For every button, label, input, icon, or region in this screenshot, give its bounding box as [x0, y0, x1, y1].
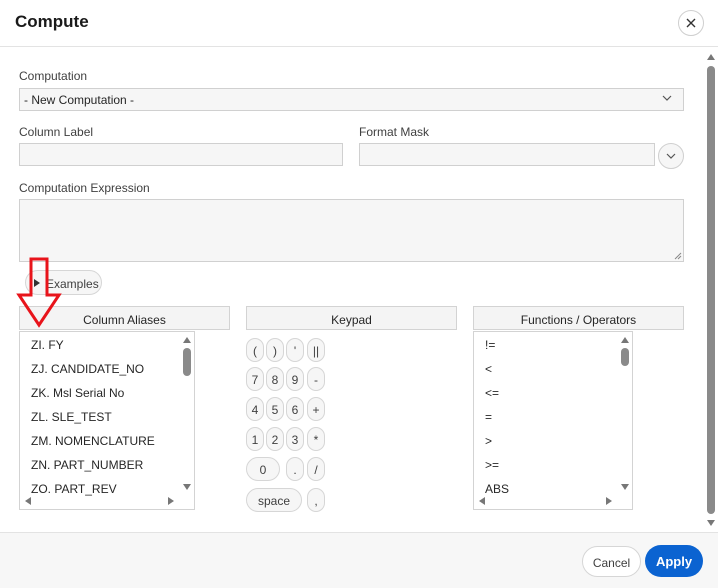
key-5[interactable]: 5 — [266, 397, 284, 421]
list-item[interactable]: <= — [485, 386, 499, 400]
close-button[interactable] — [678, 10, 704, 36]
chevron-down-icon — [666, 153, 676, 159]
scroll-up-arrow[interactable] — [707, 54, 715, 60]
functions-header: Functions / Operators — [473, 306, 684, 330]
key-comma[interactable]: , — [307, 488, 325, 512]
key-divide[interactable]: / — [307, 457, 325, 481]
scroll-right-arrow[interactable] — [168, 497, 174, 505]
key-multiply[interactable]: * — [307, 427, 325, 451]
annotation-arrow-icon — [16, 257, 62, 328]
key-1[interactable]: 1 — [246, 427, 264, 451]
list-item[interactable]: ZO. PART_REV — [31, 482, 117, 496]
cancel-button[interactable]: Cancel — [582, 546, 641, 577]
keypad-header: Keypad — [246, 306, 457, 330]
scroll-left-arrow[interactable] — [479, 497, 485, 505]
list-item[interactable]: ABS — [485, 482, 509, 496]
key-quote[interactable]: ' — [286, 338, 304, 362]
key-2[interactable]: 2 — [266, 427, 284, 451]
key-6[interactable]: 6 — [286, 397, 304, 421]
functions-vscroll[interactable] — [618, 332, 632, 494]
scroll-thumb[interactable] — [621, 348, 629, 366]
scroll-down-arrow[interactable] — [183, 484, 191, 490]
column-label-input[interactable] — [19, 143, 343, 166]
format-mask-button[interactable] — [658, 143, 684, 169]
close-icon — [686, 18, 696, 28]
computation-label: Computation — [19, 69, 88, 83]
key-4[interactable]: 4 — [246, 397, 264, 421]
key-8[interactable]: 8 — [266, 367, 284, 391]
key-0[interactable]: 0 — [246, 457, 280, 481]
list-item[interactable]: ZL. SLE_TEST — [31, 410, 112, 424]
key-9[interactable]: 9 — [286, 367, 304, 391]
list-item[interactable]: >= — [485, 458, 499, 472]
scroll-thumb[interactable] — [707, 66, 715, 514]
scroll-thumb[interactable] — [183, 348, 191, 376]
resize-grip-icon[interactable] — [674, 252, 682, 260]
list-item[interactable]: = — [485, 410, 492, 424]
list-item[interactable]: ZN. PART_NUMBER — [31, 458, 143, 472]
column-aliases-vscroll[interactable] — [180, 332, 194, 494]
key-3[interactable]: 3 — [286, 427, 304, 451]
column-aliases-list[interactable]: ZI. FY ZJ. CANDIDATE_NO ZK. Msl Serial N… — [19, 331, 195, 510]
scroll-up-arrow[interactable] — [621, 337, 629, 343]
expression-label: Computation Expression — [19, 181, 150, 195]
format-mask-label: Format Mask — [359, 125, 430, 139]
list-item[interactable]: ZI. FY — [31, 338, 64, 352]
scroll-down-arrow[interactable] — [621, 484, 629, 490]
key-minus[interactable]: - — [307, 367, 325, 391]
dialog-header: Compute — [0, 0, 718, 47]
key-plus[interactable]: + — [307, 397, 325, 421]
key-7[interactable]: 7 — [246, 367, 264, 391]
computation-select-value: - New Computation - — [24, 93, 135, 107]
list-item[interactable]: ZJ. CANDIDATE_NO — [31, 362, 144, 376]
key-close-paren[interactable]: ) — [266, 338, 284, 362]
list-item[interactable]: < — [485, 362, 492, 376]
apply-button[interactable]: Apply — [645, 545, 703, 577]
functions-list[interactable]: != < <= = > >= ABS — [473, 331, 633, 510]
scroll-left-arrow[interactable] — [25, 497, 31, 505]
key-decimal[interactable]: . — [286, 457, 304, 481]
expression-textarea[interactable] — [19, 199, 684, 262]
list-item[interactable]: ZM. NOMENCLATURE — [31, 434, 155, 448]
chevron-down-icon — [662, 95, 672, 101]
list-item[interactable]: != — [485, 338, 495, 352]
dialog-scrollbar[interactable] — [705, 48, 718, 532]
scroll-right-arrow[interactable] — [606, 497, 612, 505]
computation-select[interactable]: - New Computation - — [19, 88, 684, 111]
column-label-label: Column Label — [19, 125, 94, 139]
scroll-down-arrow[interactable] — [707, 520, 715, 526]
list-item[interactable]: > — [485, 434, 492, 448]
dialog-title: Compute — [15, 12, 89, 31]
scroll-up-arrow[interactable] — [183, 337, 191, 343]
key-open-paren[interactable]: ( — [246, 338, 264, 362]
list-item[interactable]: ZK. Msl Serial No — [31, 386, 124, 400]
format-mask-input[interactable] — [359, 143, 655, 166]
key-space[interactable]: space — [246, 488, 302, 512]
key-concat[interactable]: || — [307, 338, 325, 362]
